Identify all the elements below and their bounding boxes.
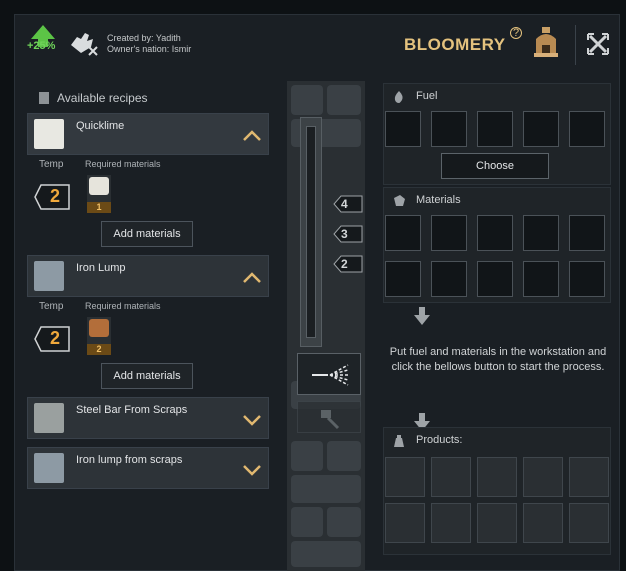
help-icon[interactable]: ? (510, 27, 522, 39)
add-materials-button[interactable]: Add materials (101, 363, 193, 389)
fuel-slot[interactable] (477, 111, 513, 147)
close-icon[interactable] (585, 31, 611, 57)
temperature-value: 2 (49, 328, 60, 348)
level-label: 3 (341, 227, 348, 241)
required-materials-label: Required materials (85, 159, 161, 169)
temp-label: Temp (39, 159, 64, 170)
brick (291, 507, 323, 537)
material-slot[interactable] (477, 261, 513, 297)
level-marker (333, 195, 363, 213)
product-slot[interactable] (431, 503, 471, 543)
bloomery-icon (534, 27, 558, 57)
brick (327, 507, 361, 537)
created-by: Created by: Yadith (107, 33, 181, 43)
material-slot[interactable] (569, 261, 605, 297)
material-icon (89, 319, 109, 337)
recipe-steel-bar[interactable]: Steel Bar From Scraps (27, 397, 269, 439)
material-slot[interactable] (385, 215, 421, 251)
header: +25% Created by: Yadith Owner's nation: … (15, 15, 621, 71)
product-slot[interactable] (569, 503, 609, 543)
brick (291, 441, 323, 471)
material-count: 1 (87, 202, 111, 213)
material-slot (87, 317, 111, 347)
temperature-bar-fill (306, 126, 316, 338)
material-slot[interactable] (431, 215, 467, 251)
level-label: 4 (341, 197, 348, 211)
level-marker (333, 225, 363, 243)
bloomery-panel: +25% Created by: Yadith Owner's nation: … (14, 14, 620, 571)
hammer-button[interactable] (297, 401, 361, 433)
collapse-chevron-icon[interactable] (242, 270, 262, 284)
down-arrow-icon (414, 307, 430, 325)
recipe-name: Iron lump from scraps (76, 454, 183, 466)
product-slot[interactable] (569, 457, 609, 497)
collapse-chevron-icon[interactable] (242, 128, 262, 142)
instructions-text: Put fuel and materials in the workstatio… (389, 346, 607, 373)
creator-info: Created by: Yadith Owner's nation: Ismir (107, 33, 191, 55)
recipe-iron-lump-scraps[interactable]: Iron lump from scraps (27, 447, 269, 489)
fuel-label: Fuel (416, 90, 438, 102)
fuel-slot[interactable] (523, 111, 559, 147)
furnace-wall (287, 81, 365, 571)
temperature-value: 2 (49, 186, 60, 206)
available-recipes-label: Available recipes (57, 91, 148, 105)
iron-lump-icon (34, 261, 64, 291)
level-label: 2 (341, 257, 348, 271)
fuel-slot[interactable] (431, 111, 467, 147)
level-marker (333, 255, 363, 273)
fire-icon (394, 91, 403, 103)
add-materials-button[interactable]: Add materials (101, 221, 193, 247)
brick (291, 475, 361, 503)
hammer-icon (321, 410, 340, 430)
ore-icon (394, 195, 405, 206)
steel-bar-icon (34, 403, 64, 433)
owner-nation: Owner's nation: Ismir (107, 44, 192, 54)
materials-label: Materials (416, 194, 461, 206)
material-slot[interactable] (569, 215, 605, 251)
expand-chevron-icon[interactable] (242, 462, 262, 476)
material-count: 2 (87, 344, 111, 355)
product-slot[interactable] (523, 503, 563, 543)
fuel-slot[interactable] (569, 111, 605, 147)
quicklime-icon (34, 119, 64, 149)
brick (327, 85, 361, 115)
recipe-iron-lump[interactable]: Iron Lump (27, 255, 269, 297)
brick (291, 541, 361, 567)
product-slot[interactable] (477, 457, 517, 497)
product-slot[interactable] (477, 503, 517, 543)
iron-lump-scraps-icon (34, 453, 64, 483)
bag-icon (394, 435, 404, 447)
product-slot[interactable] (385, 503, 425, 543)
recipe-quicklime[interactable]: Quicklime (27, 113, 269, 155)
product-slot[interactable] (431, 457, 471, 497)
material-slot[interactable] (385, 261, 421, 297)
product-slot[interactable] (385, 457, 425, 497)
brick (291, 85, 323, 115)
recipe-name: Iron Lump (76, 262, 126, 274)
recipes-icon (39, 92, 49, 104)
material-slot (87, 175, 111, 205)
recipe-name: Quicklime (76, 120, 125, 132)
workstation-title: BLOOMERY (404, 35, 506, 54)
material-icon (89, 177, 109, 195)
bellows-button[interactable] (297, 353, 361, 395)
fuel-slot[interactable] (385, 111, 421, 147)
required-materials-label: Required materials (85, 301, 161, 311)
temperature-bar (300, 117, 322, 347)
hand-icon (71, 33, 98, 56)
bonus-text: +25% (27, 40, 56, 52)
choose-fuel-button[interactable]: Choose (441, 153, 549, 179)
bellows-icon (312, 364, 349, 386)
material-slot[interactable] (523, 261, 559, 297)
material-slot[interactable] (523, 215, 559, 251)
brick (327, 441, 361, 471)
products-label: Products: (416, 434, 463, 446)
header-divider (575, 25, 576, 65)
material-slot[interactable] (477, 215, 513, 251)
recipe-name: Steel Bar From Scraps (76, 404, 188, 416)
material-slot[interactable] (431, 261, 467, 297)
product-slot[interactable] (523, 457, 563, 497)
temp-label: Temp (39, 301, 64, 312)
expand-chevron-icon[interactable] (242, 412, 262, 426)
